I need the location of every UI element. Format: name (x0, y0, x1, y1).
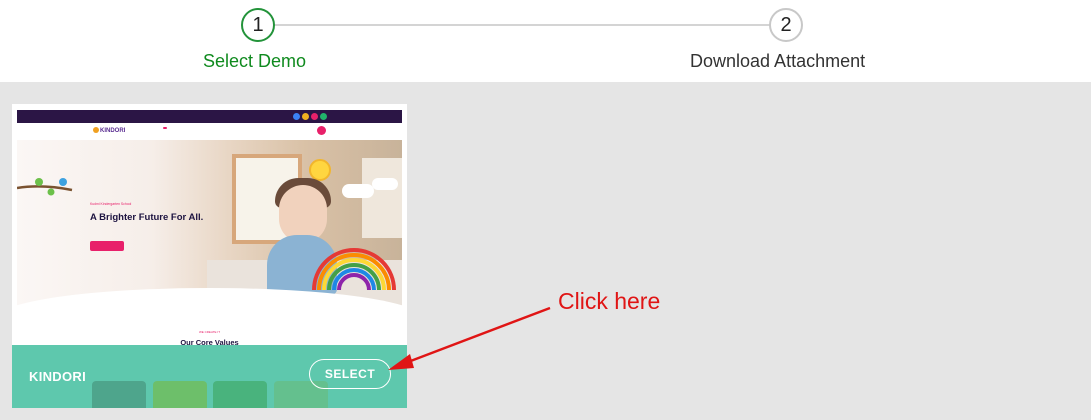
preview-hero-tag: Kudmi Kindergarten School (90, 202, 132, 206)
preview-value-card (213, 381, 267, 408)
preview-navbar: KINDORI (17, 123, 402, 140)
step-1-label: Select Demo (203, 51, 307, 71)
preview-logo: KINDORI (93, 127, 125, 134)
preview-branch-icon (17, 178, 73, 196)
step-connector-line (275, 24, 770, 26)
preview-rainbow-icon (312, 248, 396, 291)
preview-shelf-graphic (362, 158, 402, 238)
preview-section-tag: WE CREATE IT (198, 330, 221, 334)
preview-hero-button (90, 241, 124, 251)
step-1-indicator: 1 (241, 8, 275, 42)
preview-twitter-icon (302, 113, 309, 120)
preview-hero-title: A Brighter Future For All. (90, 212, 204, 223)
preview-menu-button (317, 126, 326, 135)
preview-youtube-icon (320, 113, 327, 120)
demo-name-label: KINDORI (29, 369, 86, 384)
preview-value-card (153, 381, 207, 408)
step-2-indicator: 2 (769, 8, 803, 42)
click-here-annotation: Click here (558, 288, 661, 314)
demo-select-overlay: KINDORI SELECT (12, 345, 407, 408)
preview-hero: Kudmi Kindergarten School A Brighter Fut… (17, 140, 402, 348)
preview-value-card (92, 381, 146, 408)
preview-cloud-icon (372, 178, 398, 190)
preview-instagram-icon (311, 113, 318, 120)
step-progress-header: 1 2 Select Demo Download Attachment (0, 0, 1091, 82)
annotation-arrow-icon (388, 306, 551, 370)
preview-top-bar (17, 110, 402, 123)
preview-cloud-icon (342, 184, 374, 198)
demo-card-kindori[interactable]: KINDORI Kudmi Kindergarten School A Brig… (12, 104, 407, 408)
preview-facebook-icon (293, 113, 300, 120)
select-demo-button[interactable]: SELECT (309, 359, 391, 389)
step-2-label: Download Attachment (690, 51, 866, 71)
preview-menu-home (163, 127, 167, 129)
